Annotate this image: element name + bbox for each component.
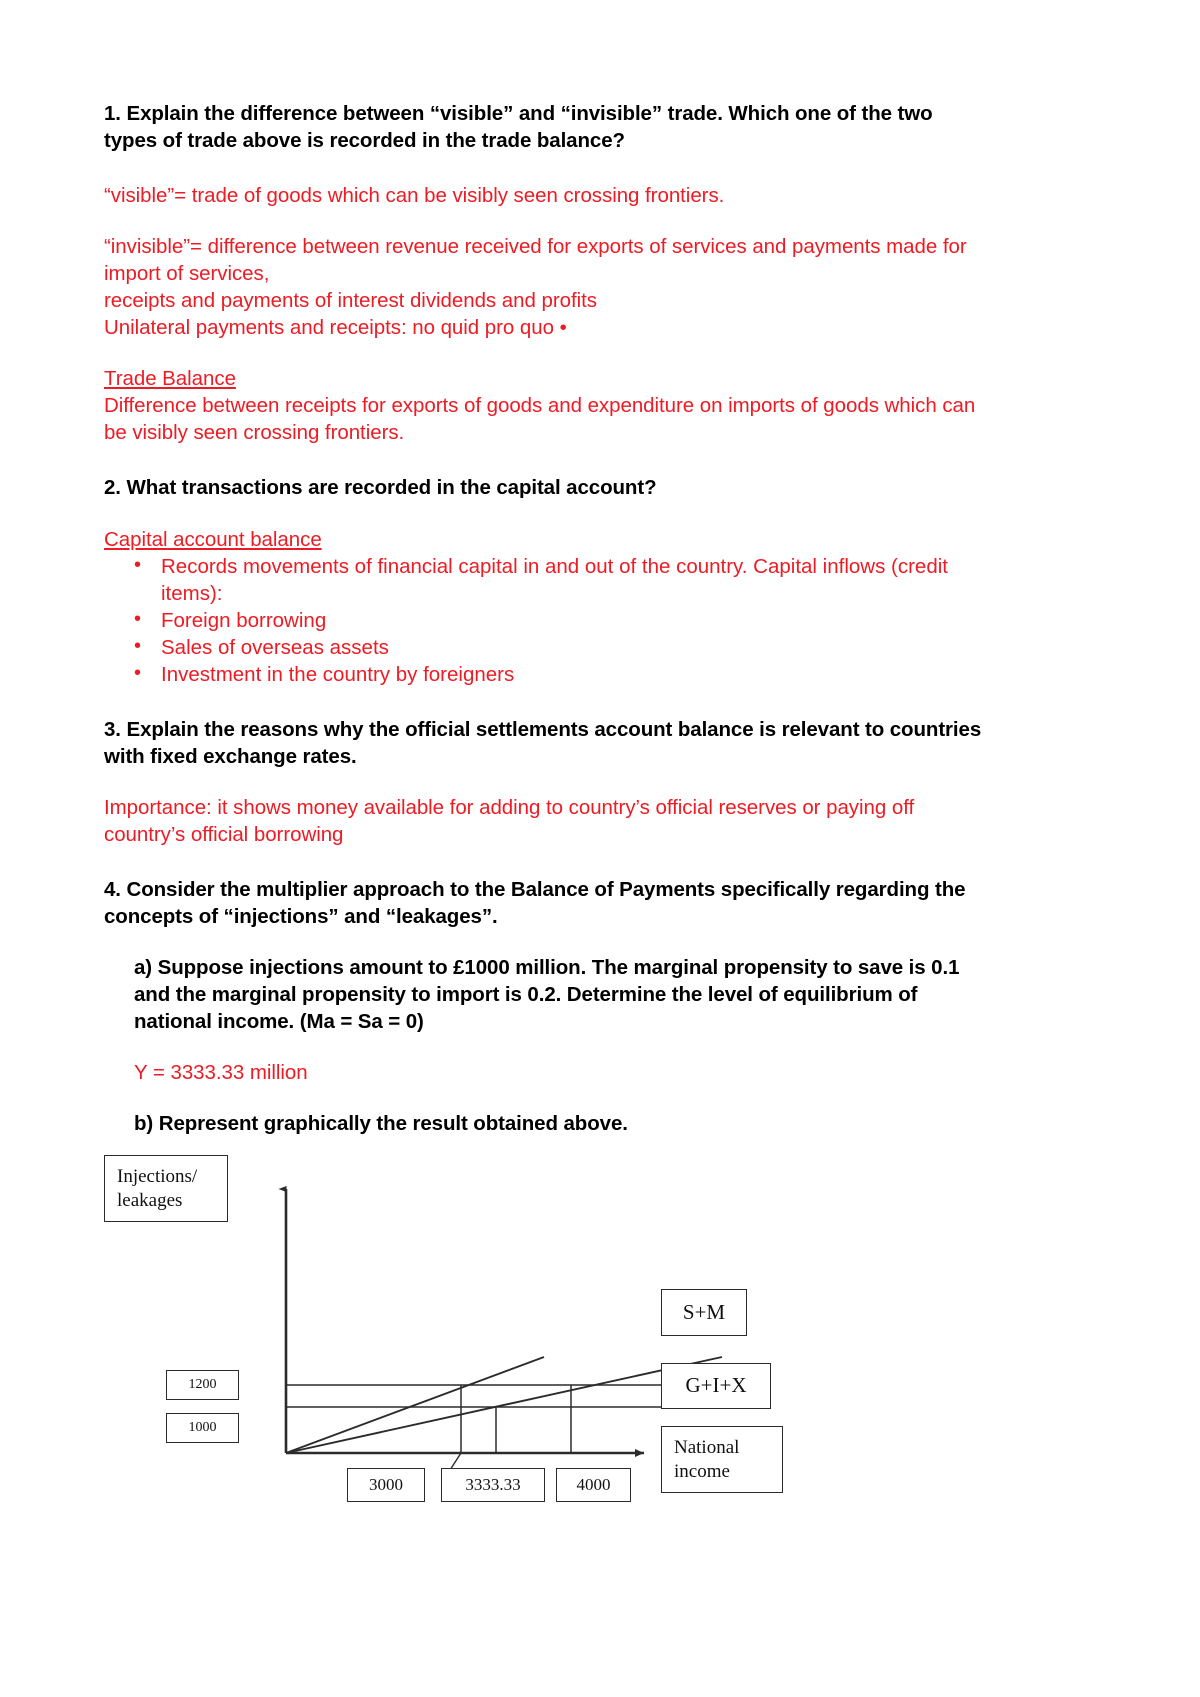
x-tick-label-4000: 4000 [556, 1468, 631, 1502]
answer-1-invisible-line-3: Unilateral payments and receipts: no qui… [104, 316, 567, 340]
capital-account-bullet-list: Records movements of financial capital i… [104, 552, 984, 688]
x-tick-label-3333: 3333.33 [441, 1468, 545, 1502]
y-axis-label-box: Injections/ leakages [104, 1155, 228, 1222]
trade-balance-body: Difference between receipts for exports … [104, 394, 976, 445]
y-axis-label-line-1: Injections/ [117, 1166, 198, 1188]
answer-3: Importance: it shows money available for… [104, 795, 915, 846]
question-4: 4. Consider the multiplier approach to t… [104, 877, 966, 929]
y-tick-label-1200: 1200 [166, 1370, 239, 1400]
answer-1-invisible-line-2: receipts and payments of interest divide… [104, 289, 597, 313]
capital-account-heading: Capital account balance [104, 526, 984, 553]
x-tick-label-3000: 3000 [347, 1468, 425, 1502]
document-body: 1. Explain the difference between “visib… [104, 100, 984, 1137]
x-axis-label-box: National income [661, 1426, 783, 1493]
capital-account-heading-text: Capital account balance [104, 527, 322, 551]
question-1: 1. Explain the difference between “visib… [104, 102, 933, 153]
list-item: Records movements of financial capital i… [134, 552, 984, 607]
x-axis-label-line-1: National [674, 1437, 740, 1459]
trade-balance-heading-text: Trade Balance [104, 367, 236, 391]
list-item: Sales of overseas assets [134, 633, 984, 661]
answer-4a: Y = 3333.33 million [134, 1061, 308, 1085]
legend-label-g-plus-i-plus-x: G+I+X [661, 1363, 771, 1409]
answer-1-visible: “visible”= trade of goods which can be v… [104, 184, 725, 208]
list-item: Investment in the country by foreigners [134, 660, 984, 688]
y-axis-label-line-2: leakages [117, 1189, 183, 1211]
question-3: 3. Explain the reasons why the official … [104, 717, 982, 768]
question-4-part-a: a) Suppose injections amount to £1000 mi… [134, 956, 960, 1034]
document-page: 1. Explain the difference between “visib… [0, 0, 1200, 1697]
question-2: 2. What transactions are recorded in the… [104, 476, 657, 500]
multiplier-diagram: Injections/ leakages 1200 1000 S+M G+I+X… [104, 1145, 1104, 1545]
answer-1-invisible-line-1: “invisible”= difference between revenue … [104, 235, 967, 286]
y-tick-label-1000: 1000 [166, 1413, 239, 1443]
x-axis-label-line-2: income [674, 1460, 730, 1482]
trade-balance-heading: Trade Balance [104, 365, 984, 392]
legend-label-s-plus-m: S+M [661, 1289, 747, 1336]
question-4-part-b: b) Represent graphically the result obta… [134, 1112, 628, 1136]
list-item: Foreign borrowing [134, 606, 984, 634]
